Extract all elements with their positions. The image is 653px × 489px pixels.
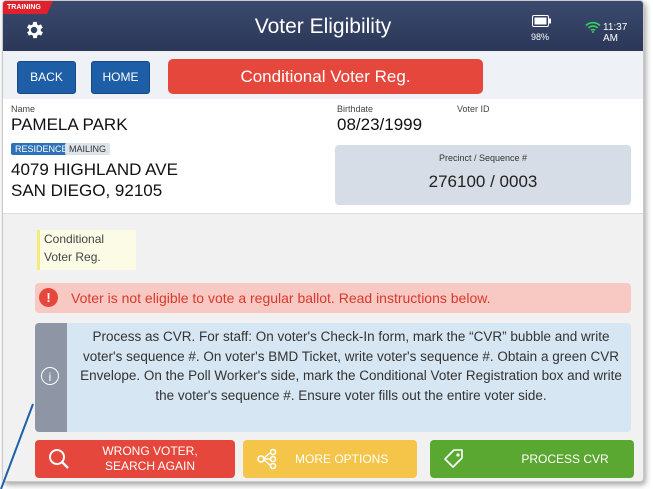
- address-line-2: SAN DIEGO, 92105: [11, 181, 163, 200]
- status-note: Conditional Voter Reg.: [37, 230, 136, 270]
- nav-bar: BACK HOME Conditional Voter Reg.: [3, 51, 643, 99]
- action-bar: WRONG VOTER, SEARCH AGAIN MORE OPTIONS P…: [3, 437, 643, 481]
- birthdate-label: Birthdate: [337, 104, 374, 114]
- wrong-voter-button[interactable]: WRONG VOTER, SEARCH AGAIN: [35, 440, 235, 478]
- more-options-label: MORE OPTIONS: [295, 452, 389, 466]
- wrong-voter-label-line-1: WRONG VOTER,: [102, 444, 198, 458]
- wrong-voter-label: WRONG VOTER, SEARCH AGAIN: [75, 444, 225, 474]
- clock: 11:37 AM: [603, 22, 628, 44]
- voter-id-label: Voter ID: [457, 104, 490, 114]
- mailing-tab[interactable]: MAILING: [65, 143, 111, 155]
- options-icon: [257, 448, 277, 470]
- residence-tab[interactable]: RESIDENCE: [11, 143, 72, 155]
- title-bar: TRAINING Voter Eligibility 98% 11:37 AM: [3, 1, 643, 51]
- precinct-box: Precinct / Sequence # 276100 / 0003: [335, 145, 631, 205]
- battery-percent: 98%: [531, 32, 550, 42]
- address-line-1: 4079 HIGHLAND AVE: [11, 160, 178, 179]
- status-note-line-2: Voter Reg.: [44, 250, 101, 264]
- voter-status-banner: Conditional Voter Reg.: [168, 59, 483, 94]
- precinct-label: Precinct / Sequence #: [438, 153, 528, 163]
- alert-text: Voter is not eligible to vote a regular …: [71, 290, 491, 306]
- training-badge: TRAINING: [3, 1, 53, 14]
- device-screen: TRAINING Voter Eligibility 98% 11:37 AM …: [2, 0, 644, 482]
- name-label: Name: [11, 104, 36, 114]
- ineligible-alert: ! Voter is not eligible to vote a regula…: [35, 283, 631, 313]
- wifi-icon: [585, 21, 601, 33]
- home-button[interactable]: HOME: [91, 61, 150, 94]
- process-cvr-label: PROCESS CVR: [521, 452, 609, 466]
- instructions-box: i Process as CVR. For staff: On voter's …: [35, 323, 631, 432]
- info-sidebar: i: [35, 323, 67, 432]
- tag-icon: [444, 449, 463, 468]
- birthdate: 08/23/1999: [337, 115, 423, 134]
- precinct-value: 276100 / 0003: [428, 172, 538, 191]
- back-button[interactable]: BACK: [17, 61, 76, 94]
- instructions-text: Process as CVR. For staff: On voter's Ch…: [80, 329, 622, 403]
- battery-icon: [532, 15, 551, 27]
- alert-icon: !: [39, 288, 58, 307]
- process-cvr-button[interactable]: PROCESS CVR: [430, 440, 634, 478]
- wrong-voter-label-line-2: SEARCH AGAIN: [104, 459, 196, 473]
- info-icon: i: [41, 367, 59, 385]
- voter-name: PAMELA PARK: [11, 115, 128, 134]
- search-icon: [49, 449, 69, 469]
- more-options-button[interactable]: MORE OPTIONS: [243, 440, 417, 478]
- status-note-line-1: Conditional: [44, 232, 105, 246]
